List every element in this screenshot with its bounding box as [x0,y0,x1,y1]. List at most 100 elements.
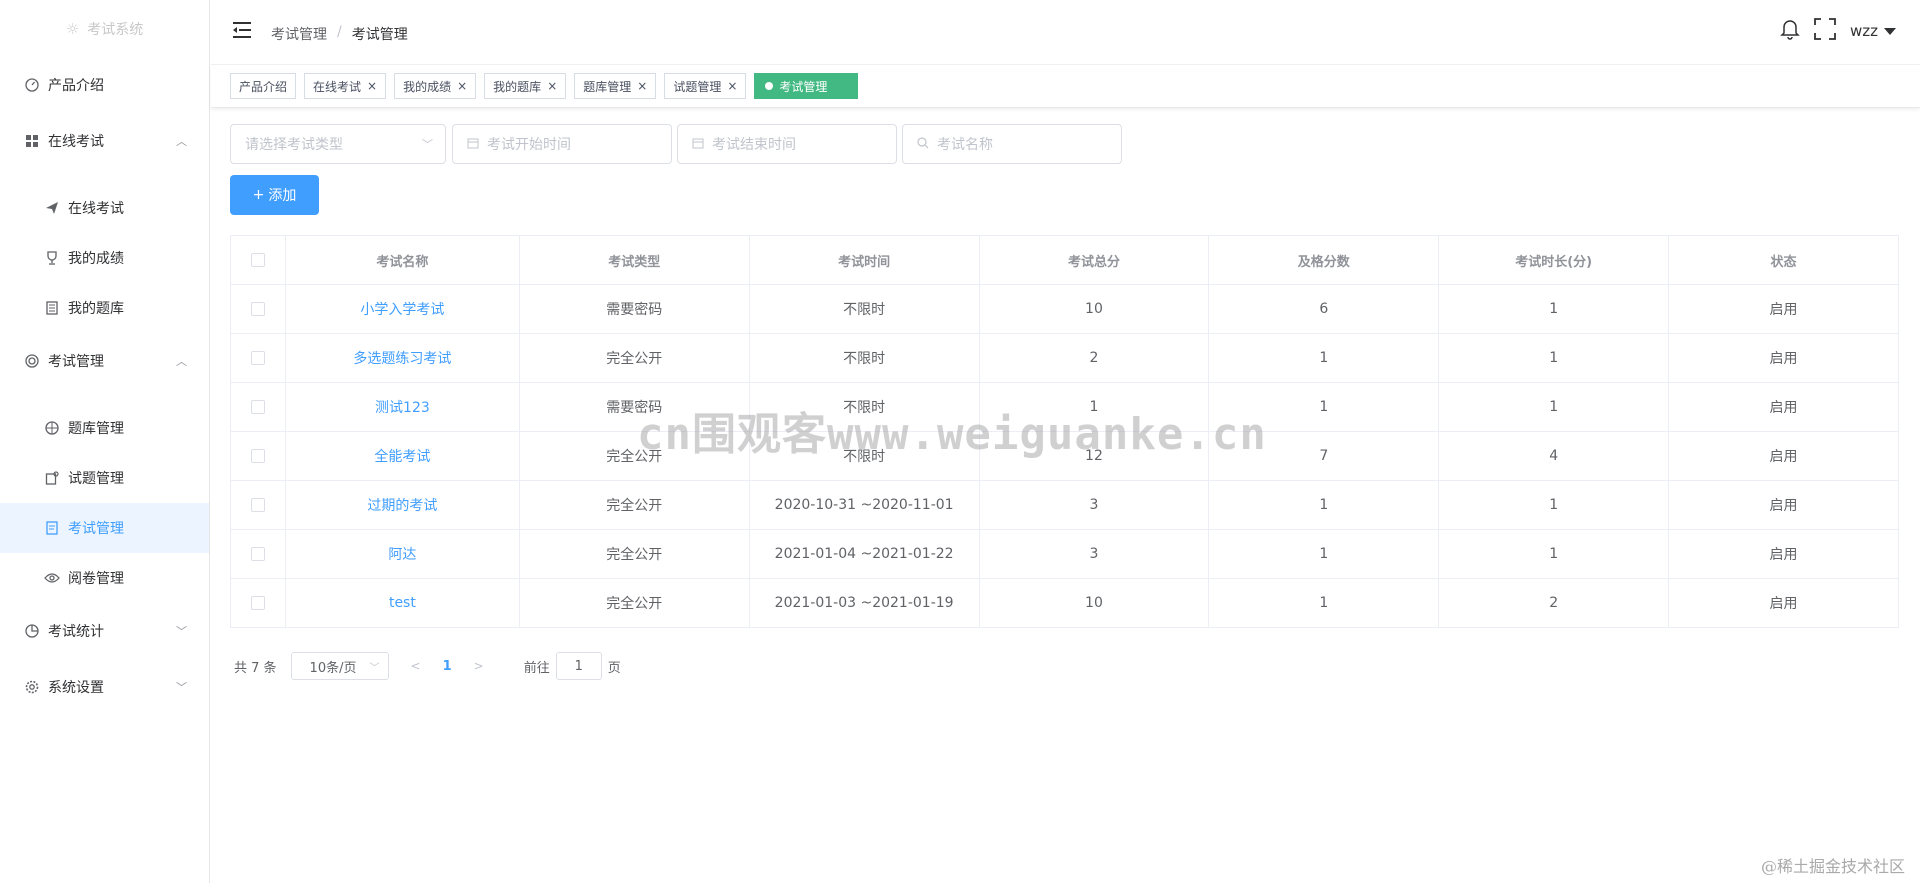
tag-bank-manage[interactable]: 题库管理 × [574,73,657,99]
exam-name-link[interactable]: 阿达 [284,529,520,579]
exam-name-link[interactable]: 小学入学考试 [284,284,520,334]
checkbox[interactable] [250,547,265,561]
top-navbar: 考试管理 / 考试管理 wzz [211,0,1920,64]
next-page-icon[interactable]: > [474,659,484,673]
tag-my-bank[interactable]: 我的题库 × [484,73,567,99]
calendar-icon [692,137,704,152]
chevron-down-icon: ﹀ [369,662,380,674]
add-button-label: 添加 [268,188,297,204]
sidebar-item-grading-manage[interactable]: 阅卷管理 [0,553,209,603]
column-header[interactable]: 考试时长(分) [1438,235,1670,285]
checkbox[interactable] [250,253,265,267]
trophy-icon [44,250,60,266]
exam-type-select[interactable]: 请选择考试类型 ﹀ [230,124,446,164]
fullscreen-icon[interactable] [1814,18,1836,44]
goto-page: 前往 1 页 [524,652,621,680]
exam-name-link[interactable]: 全能考试 [284,431,520,481]
crosshair-icon [44,420,60,436]
tag-label: 题库管理 [583,79,632,94]
column-header[interactable]: 考试类型 [518,235,750,285]
table-cell: 1 [1208,480,1440,530]
column-header[interactable]: 考试时间 [748,235,980,285]
page-number-current[interactable]: 1 [443,659,452,674]
row-checkbox-cell[interactable] [230,480,286,530]
checkbox[interactable] [250,449,265,463]
select-placeholder: 请选择考试类型 [245,137,343,153]
close-icon[interactable]: × [637,79,647,93]
user-menu[interactable]: wzz [1850,22,1896,40]
sidebar-item-label: 考试统计 [48,624,104,640]
close-icon[interactable]: × [547,79,557,93]
column-header[interactable]: 考试总分 [978,235,1210,285]
breadcrumb-item[interactable]: 考试管理 [271,24,327,44]
document-icon [44,520,60,536]
gauge-icon [24,77,40,93]
tag-my-scores[interactable]: 我的成绩 × [394,73,477,99]
close-icon[interactable]: × [457,79,467,93]
watermark-text: cn围观客www.weiguanke.cn [637,409,1267,460]
sidebar-item-online-exam[interactable]: 在线考试 [0,183,209,233]
sidebar-item-product-intro[interactable]: 产品介绍 [0,57,209,113]
exam-name-link[interactable]: test [284,578,520,628]
sidebar-item-my-scores[interactable]: 我的成绩 [0,233,209,283]
table-cell: 启用 [1668,529,1899,579]
sidebar-group-online-exam[interactable]: 在线考试 ︿ [0,113,209,169]
sidebar-item-exam-manage[interactable]: 考试管理 [0,503,209,553]
add-exam-button[interactable]: + 添加 [230,175,319,215]
page-size-select[interactable]: 10条/页 ﹀ [290,652,389,680]
table-cell: 启用 [1668,480,1899,530]
tag-exam-manage-active[interactable]: 考试管理 [754,73,859,99]
column-header[interactable]: 考试名称 [284,235,520,285]
bell-icon[interactable] [1780,18,1800,44]
checkbox[interactable] [250,351,265,365]
exam-name-link[interactable]: 过期的考试 [284,480,520,530]
sidebar-item-label: 阅卷管理 [68,571,124,587]
sidebar-item-my-bank[interactable]: 我的题库 [0,283,209,333]
hamburger-icon[interactable] [233,21,253,41]
picker-placeholder: 考试开始时间 [487,137,571,153]
exam-name-link[interactable]: 测试123 [284,382,520,432]
close-icon[interactable]: × [367,79,377,93]
sidebar-group-exam-stats[interactable]: 考试统计 ﹀ [0,603,209,659]
tag-label: 试题管理 [673,79,722,94]
row-checkbox-cell[interactable] [230,431,286,481]
tag-label: 考试管理 [779,79,828,94]
row-checkbox-cell[interactable] [230,333,286,383]
row-checkbox-cell[interactable] [230,578,286,628]
prev-page-icon[interactable]: < [411,659,421,673]
tag-label: 我的题库 [493,79,542,94]
sidebar-group-exam-manage[interactable]: 考试管理 ︿ [0,333,209,389]
tag-question-manage[interactable]: 试题管理 × [664,73,747,99]
checkbox[interactable] [250,596,265,610]
end-time-picker[interactable]: 考试结束时间 [677,124,897,164]
app-logo[interactable]: ☼ 考试系统 [0,0,209,58]
tag-online-exam[interactable]: 在线考试 × [304,73,387,99]
header-actions: wzz [1780,18,1896,44]
tags-view: 产品介绍 在线考试 × 我的成绩 × 我的题库 × 题库管理 × 试题管理 × 考试管理 [211,64,1920,108]
exam-name-search-input[interactable]: 考试名称 [902,124,1122,164]
table-row: 多选题练习考试 完全公开 不限时 2 1 1 启用 [230,333,1899,383]
column-header[interactable]: 状态 [1668,235,1899,285]
picker-placeholder: 考试结束时间 [712,137,796,153]
row-checkbox-cell[interactable] [230,382,286,432]
row-checkbox-cell[interactable] [230,529,286,579]
table-cell: 3 [978,529,1210,579]
sidebar-item-question-manage[interactable]: 试题管理 [0,453,209,503]
select-all-checkbox[interactable] [230,235,286,285]
row-checkbox-cell[interactable] [230,284,286,334]
table-header-row: 考试名称 考试类型 考试时间 考试总分 及格分数 考试时长(分) 状态 [230,235,1899,285]
checkbox[interactable] [250,498,265,512]
chevron-down-icon: ﹀ [422,138,433,151]
column-header[interactable]: 及格分数 [1208,235,1440,285]
tag-product-intro[interactable]: 产品介绍 [230,73,297,99]
exam-name-link[interactable]: 多选题练习考试 [284,333,520,383]
sidebar-item-bank-manage[interactable]: 题库管理 [0,403,209,453]
goto-suffix: 页 [607,660,621,676]
checkbox[interactable] [250,400,265,414]
checkbox[interactable] [250,302,265,316]
table-cell: 1 [1438,382,1670,432]
close-icon[interactable]: × [727,79,737,93]
start-time-picker[interactable]: 考试开始时间 [452,124,672,164]
goto-page-input[interactable]: 1 [555,652,602,680]
sidebar-group-system-settings[interactable]: 系统设置 ﹀ [0,659,209,715]
